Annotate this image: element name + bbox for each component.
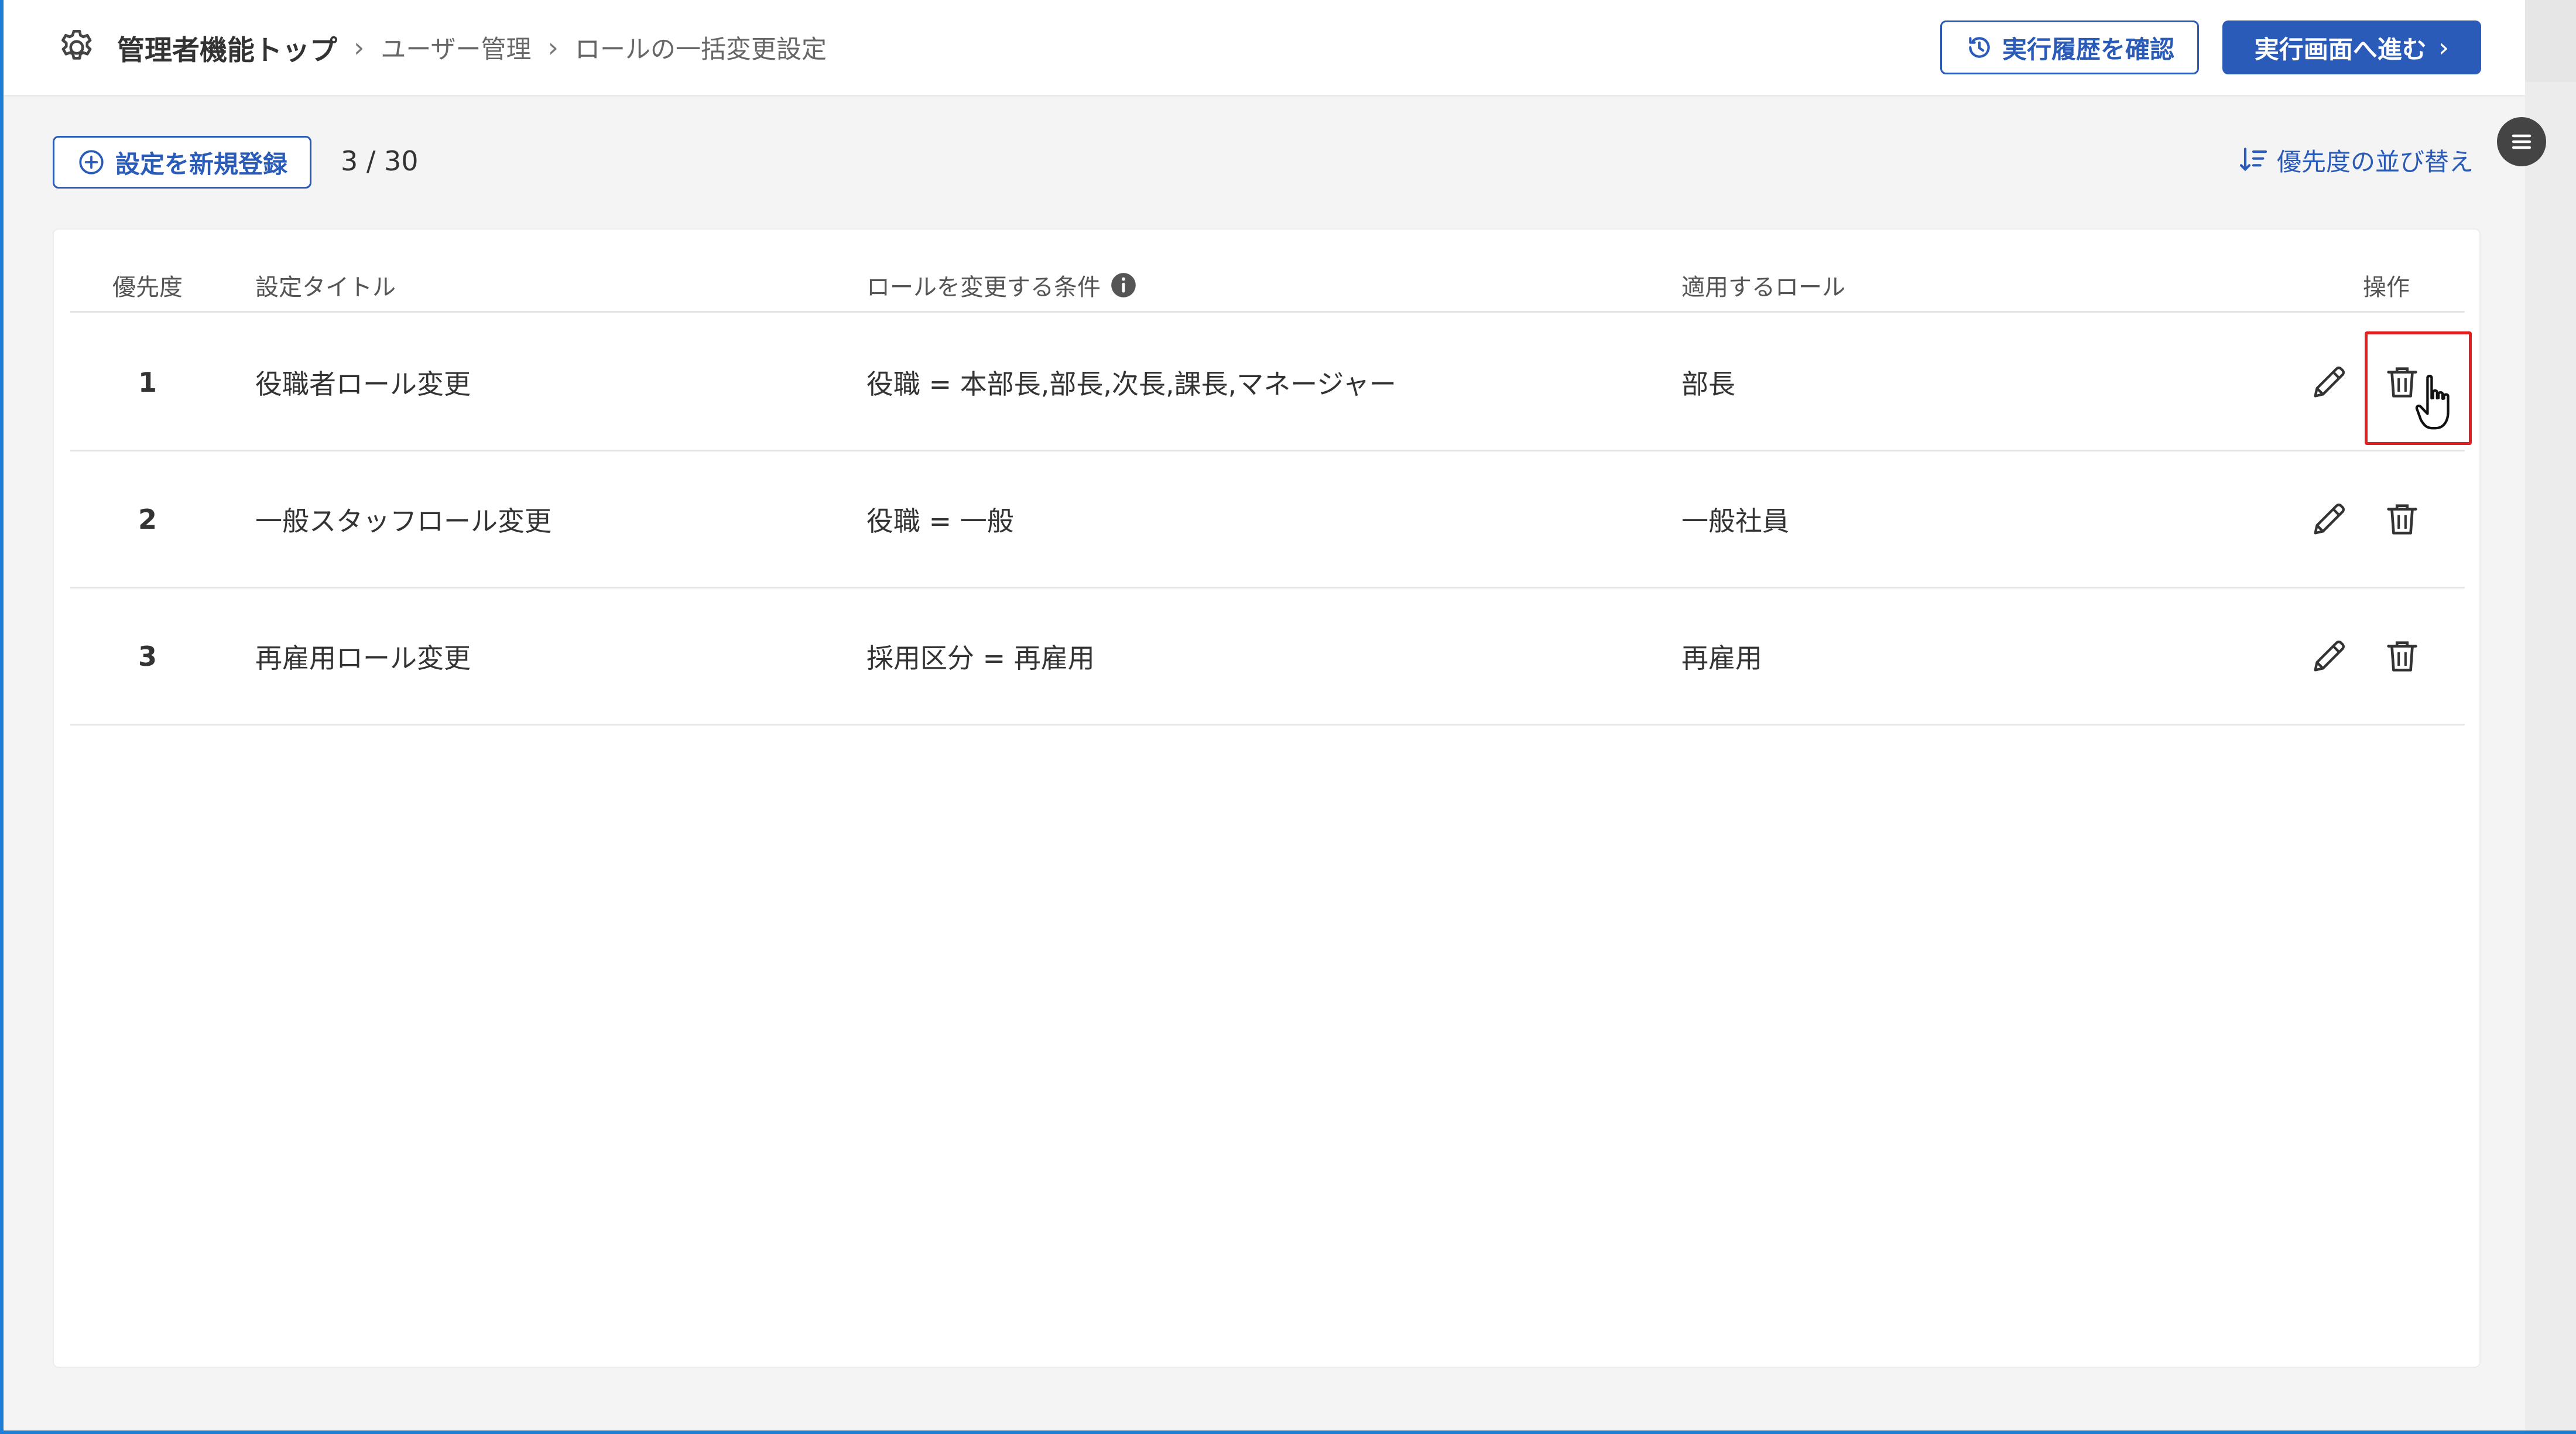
table-row: 3 再雇用ロール変更 採用区分 = 再雇用 再雇用 [70,588,2465,725]
header: 管理者機能トップ › ユーザー管理 › ロールの一括変更設定 実行履歴を確認 実… [4,0,2525,95]
row-role: 部長 [1681,368,1735,400]
chevron-right-icon: › [354,32,365,63]
setting-count: 3 / 30 [341,145,419,177]
info-icon[interactable] [1109,271,1138,300]
edit-button[interactable] [2308,451,2349,587]
edit-button[interactable] [2308,314,2349,450]
proceed-button-label: 実行画面へ進む [2254,35,2427,64]
settings-table-card: 優先度 設定タイトル ロールを変更する条件 適用するロール 操作 1 役職者ロー… [53,228,2481,1368]
column-role: 適用するロール [1681,274,1845,301]
scrollbar-track[interactable] [2525,0,2576,1430]
row-role: 再雇用 [1681,642,1762,674]
new-setting-label: 設定を新規登録 [115,149,287,179]
history-button[interactable]: 実行履歴を確認 [1940,20,2199,74]
table-header: 優先度 設定タイトル ロールを変更する条件 適用するロール 操作 [70,265,2465,313]
column-condition-label: ロールを変更する条件 [866,274,1101,301]
breadcrumb: 管理者機能トップ › ユーザー管理 › ロールの一括変更設定 [56,0,827,95]
delete-button[interactable] [2382,451,2423,587]
sort-icon [2239,148,2267,172]
edit-icon [2314,640,2345,672]
column-priority: 優先度 [112,274,183,301]
breadcrumb-user-management[interactable]: ユーザー管理 [381,29,531,66]
delete-button[interactable] [2382,588,2423,724]
row-priority: 2 [138,503,157,535]
row-priority: 1 [138,366,157,398]
breadcrumb-root[interactable]: 管理者機能トップ [117,28,337,68]
column-actions: 操作 [2363,274,2410,301]
new-setting-button[interactable]: 設定を新規登録 [53,136,311,189]
row-condition: 役職 = 本部長,部長,次長,課長,マネージャー [866,368,1397,400]
row-priority: 3 [138,640,157,672]
row-condition: 採用区分 = 再雇用 [866,642,1095,674]
row-title: 一般スタッフロール変更 [255,505,551,537]
edit-icon [2314,503,2345,535]
menu-button[interactable] [2497,117,2546,166]
edit-icon [2314,366,2345,398]
chevron-right-icon: › [547,32,559,63]
row-role: 一般社員 [1681,505,1789,537]
table-row: 2 一般スタッフロール変更 役職 = 一般 一般社員 [70,451,2465,588]
sort-priority-label: 優先度の並び替え [2276,147,2474,176]
chevron-right-icon: › [2438,32,2450,63]
proceed-button[interactable]: 実行画面へ進む › [2222,20,2481,74]
breadcrumb-current: ロールの一括変更設定 [574,35,827,64]
edit-button[interactable] [2308,588,2349,724]
table-row: 1 役職者ロール変更 役職 = 本部長,部長,次長,課長,マネージャー 部長 [70,314,2465,451]
sort-priority-link[interactable]: 優先度の並び替え [2237,141,2474,179]
row-title: 再雇用ロール変更 [255,642,471,674]
menu-icon [2512,134,2532,149]
history-button-label: 実行履歴を確認 [2002,35,2174,64]
plus-circle-icon [79,150,104,174]
row-condition: 役職 = 一般 [866,505,1014,537]
app: 管理者機能トップ › ユーザー管理 › ロールの一括変更設定 実行履歴を確認 実… [4,0,2525,1430]
trash-icon [2387,504,2417,535]
column-title: 設定タイトル [255,274,396,301]
history-icon [1969,37,1990,58]
column-condition: ロールを変更する条件 [866,268,1138,302]
trash-icon [2387,641,2417,672]
gear-icon [61,29,92,60]
scrollbar-top [2525,0,2576,82]
hand-cursor-icon [2415,374,2450,430]
row-title: 役職者ロール変更 [255,368,471,400]
